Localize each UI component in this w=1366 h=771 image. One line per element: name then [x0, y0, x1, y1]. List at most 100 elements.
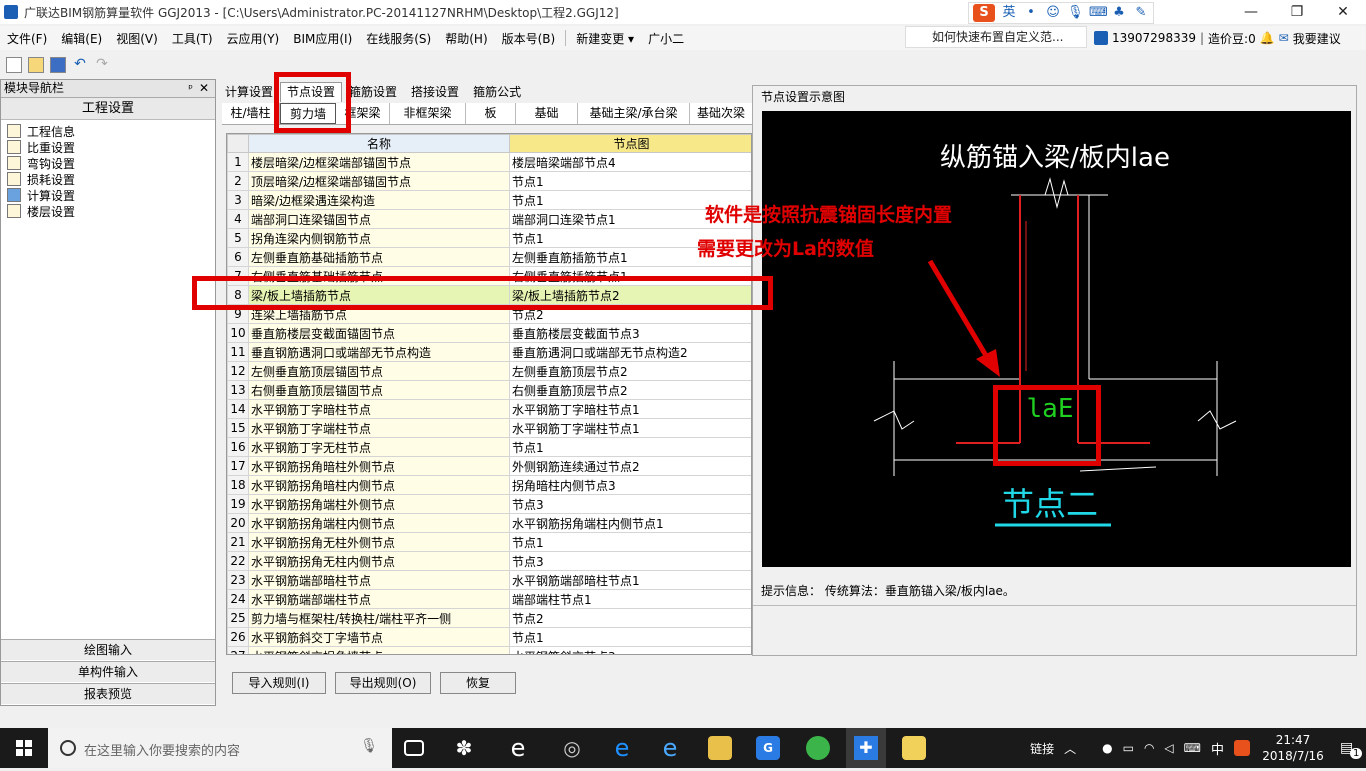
table-row[interactable]: 18 水平钢筋拐角暗柱内侧节点 拐角暗柱内侧节点3 [227, 475, 751, 495]
row-node-cell[interactable]: 端部端柱节点1 [509, 589, 751, 609]
row-name-cell[interactable]: 水平钢筋拐角无柱内侧节点 [248, 551, 510, 571]
browser-360-icon[interactable]: ◎ [560, 736, 584, 760]
table-row[interactable]: 20 水平钢筋拐角端柱内侧节点 水平钢筋拐角端柱内侧节点1 [227, 513, 751, 533]
row-node-cell[interactable]: 水平钢筋斜交节点3 [509, 646, 751, 654]
volume-icon[interactable]: ◁ [1164, 741, 1173, 755]
table-row[interactable]: 25 剪力墙与框架柱/转换柱/端柱平齐一侧 节点2 [227, 608, 751, 628]
help-search-input[interactable]: 如何快速布置自定义范... [905, 26, 1087, 48]
table-row[interactable]: 6 左侧垂直筋基础插筋节点 左侧垂直筋插筋节点1 [227, 247, 751, 267]
tab-foundation-secondary-beam[interactable]: 基础次梁 [690, 103, 752, 124]
row-name-cell[interactable]: 顶层暗梁/边框梁端部锚固节点 [248, 171, 510, 191]
table-row[interactable]: 26 水平钢筋斜交丁字墙节点 节点1 [227, 627, 751, 647]
edge-icon[interactable]: e [610, 736, 634, 760]
row-name-cell[interactable]: 左侧垂直筋基础插筋节点 [248, 247, 510, 267]
row-node-cell[interactable]: 水平钢筋端部暗柱节点1 [509, 570, 751, 590]
row-node-cell[interactable]: 节点1 [509, 437, 751, 457]
user-phone[interactable]: 13907298339 [1112, 31, 1196, 45]
undo-icon[interactable]: ↶ [72, 57, 88, 73]
new-file-icon[interactable] [6, 57, 22, 73]
nav-item-project-info[interactable]: 工程信息 [1, 123, 215, 139]
row-name-cell[interactable]: 垂直钢筋遇洞口或端部无节点构造 [248, 342, 510, 362]
notes-app-icon[interactable] [902, 736, 926, 760]
nav-item-density[interactable]: 比重设置 [1, 139, 215, 155]
beans-count[interactable]: 造价豆:0 [1208, 30, 1256, 47]
menu-tools[interactable]: 工具(T) [165, 30, 220, 47]
fan-app-icon[interactable]: ✽ [452, 736, 476, 760]
redo-icon[interactable]: ↷ [94, 57, 110, 73]
row-node-cell[interactable]: 左侧垂直筋顶层节点2 [509, 361, 751, 381]
row-node-cell[interactable]: 节点1 [509, 627, 751, 647]
row-name-cell[interactable]: 端部洞口连梁锚固节点 [248, 209, 510, 229]
menu-assistant[interactable]: 广小二 [641, 30, 691, 47]
table-row[interactable]: 11 垂直钢筋遇洞口或端部无节点构造 垂直筋遇洞口或端部无节点构造2 [227, 342, 751, 362]
microphone-icon[interactable]: 🎙 [1067, 5, 1084, 21]
tab-stirrup-formula[interactable]: 箍筋公式 [466, 82, 528, 102]
nav-item-floor[interactable]: 楼层设置 [1, 203, 215, 219]
row-node-cell[interactable]: 垂直筋遇洞口或端部无节点构造2 [509, 342, 751, 362]
tab-column[interactable]: 柱/墙柱 [222, 103, 280, 124]
emoji-icon[interactable]: ☺ [1045, 5, 1061, 21]
row-node-cell[interactable]: 垂直筋楼层变截面节点3 [509, 323, 751, 343]
row-node-cell[interactable]: 外侧钢筋连续通过节点2 [509, 456, 751, 476]
tab-stirrup-settings[interactable]: 箍筋设置 [342, 82, 404, 102]
table-row[interactable]: 19 水平钢筋拐角端柱外侧节点 节点3 [227, 494, 751, 514]
mic-icon[interactable]: 🎙 [360, 738, 378, 754]
menu-version[interactable]: 版本号(B) [495, 30, 563, 47]
table-row[interactable]: 15 水平钢筋丁字端柱节点 水平钢筋丁字端柱节点1 [227, 418, 751, 438]
tab-foundation-main-beam[interactable]: 基础主梁/承台梁 [578, 103, 690, 124]
file-explorer-icon[interactable] [708, 736, 732, 760]
tab-lap-settings[interactable]: 搭接设置 [404, 82, 466, 102]
nav-drawing-input[interactable]: 绘图输入 [1, 639, 215, 660]
nav-report-preview[interactable]: 报表预览 [1, 683, 215, 704]
row-node-cell[interactable]: 节点3 [509, 494, 751, 514]
row-name-cell[interactable]: 左侧垂直筋顶层锚固节点 [248, 361, 510, 381]
glodon-g-icon[interactable]: G [756, 736, 780, 760]
table-row[interactable]: 17 水平钢筋拐角暗柱外侧节点 外侧钢筋连续通过节点2 [227, 456, 751, 476]
menu-cloud[interactable]: 云应用(Y) [220, 30, 287, 47]
menu-new-change[interactable]: 新建变更 ▾ [569, 30, 641, 47]
table-row[interactable]: 3 暗梁/边框梁遇连梁构造 节点1 [227, 190, 751, 210]
nav-item-hook[interactable]: 弯钩设置 [1, 155, 215, 171]
menu-help[interactable]: 帮助(H) [438, 30, 494, 47]
row-name-cell[interactable]: 暗梁/边框梁遇连梁构造 [248, 190, 510, 210]
table-row[interactable]: 5 拐角连梁内侧钢筋节点 节点1 [227, 228, 751, 248]
tab-nonframe-beam[interactable]: 非框架梁 [390, 103, 466, 124]
row-name-cell[interactable]: 水平钢筋拐角无柱外侧节点 [248, 532, 510, 552]
menu-edit[interactable]: 编辑(E) [54, 30, 109, 47]
table-row[interactable]: 16 水平钢筋丁字无柱节点 节点1 [227, 437, 751, 457]
table-row[interactable]: 14 水平钢筋丁字暗柱节点 水平钢筋丁字暗柱节点1 [227, 399, 751, 419]
table-row[interactable]: 22 水平钢筋拐角无柱内侧节点 节点3 [227, 551, 751, 571]
restore-button[interactable]: ❐ [1274, 0, 1320, 24]
tab-calc-settings[interactable]: 计算设置 [218, 82, 280, 102]
export-rules-button[interactable]: 导出规则(O) [335, 672, 431, 694]
minimize-button[interactable]: — [1228, 0, 1274, 24]
tray-people-icon[interactable]: ● [1102, 741, 1112, 755]
table-row[interactable]: 24 水平钢筋端部端柱节点 端部端柱节点1 [227, 589, 751, 609]
open-folder-icon[interactable] [28, 57, 44, 73]
table-row[interactable]: 27水平钢筋斜交拐角墙节点水平钢筋斜交节点3 [227, 646, 751, 654]
keyboard-tray-icon[interactable]: ⌨ [1184, 741, 1201, 755]
row-name-cell[interactable]: 水平钢筋斜交拐角墙节点 [248, 646, 510, 654]
ie-old-icon[interactable]: e [506, 736, 530, 760]
row-node-cell[interactable]: 水平钢筋拐角端柱内侧节点1 [509, 513, 751, 533]
suggest-link[interactable]: 我要建议 [1293, 30, 1341, 47]
row-name-cell[interactable]: 水平钢筋丁字暗柱节点 [248, 399, 510, 419]
nav-close-icon[interactable]: ✕ [199, 80, 209, 97]
nav-single-input[interactable]: 单构件输入 [1, 661, 215, 682]
table-row[interactable]: 23 水平钢筋端部暗柱节点 水平钢筋端部暗柱节点1 [227, 570, 751, 590]
pin-icon[interactable]: ᵖ [188, 80, 193, 97]
row-name-cell[interactable]: 水平钢筋端部暗柱节点 [248, 570, 510, 590]
tray-link[interactable]: 链接 [1030, 740, 1054, 757]
save-icon[interactable] [50, 57, 66, 73]
punctuation-icon[interactable]: • [1023, 5, 1039, 21]
keyboard-icon[interactable]: ⌨ [1089, 5, 1108, 21]
row-node-cell[interactable]: 水平钢筋丁字暗柱节点1 [509, 399, 751, 419]
row-name-cell[interactable]: 水平钢筋丁字无柱节点 [248, 437, 510, 457]
menu-online[interactable]: 在线服务(S) [359, 30, 438, 47]
row-name-cell[interactable]: 右侧垂直筋顶层锚固节点 [248, 380, 510, 400]
table-row[interactable]: 2 顶层暗梁/边框梁端部锚固节点 节点1 [227, 171, 751, 191]
ggj-active-app[interactable]: ✚ [846, 728, 886, 768]
row-name-cell[interactable]: 拐角连梁内侧钢筋节点 [248, 228, 510, 248]
tab-slab[interactable]: 板 [466, 103, 516, 124]
menu-bim[interactable]: BIM应用(I) [286, 30, 359, 47]
